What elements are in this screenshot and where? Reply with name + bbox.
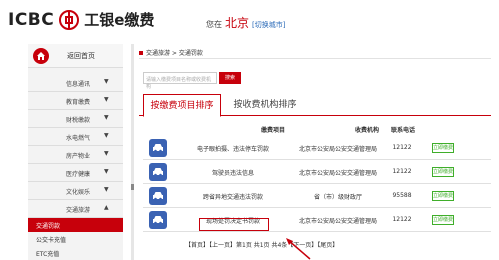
sidebar-item-label: 教育缴费 <box>66 99 91 106</box>
sidebar-item-label: 交通旅游 <box>66 207 91 214</box>
payment-item: 驾驶员违法信息 <box>211 170 254 177</box>
bullet-icon <box>139 50 143 55</box>
contact-phone: 12122 <box>392 216 412 223</box>
car-icon <box>149 139 167 157</box>
contact-phone: 95588 <box>392 192 412 199</box>
splitter-handle-icon[interactable] <box>131 184 134 190</box>
sort-tabs: 按缴费项目排序 按收费机构排序 <box>139 94 491 117</box>
home-button[interactable]: 返回首页 <box>28 44 123 68</box>
divider <box>139 58 491 59</box>
table-header: 缴费项目 收费机构 联系电话 <box>143 123 491 135</box>
icbc-emblem-icon <box>59 9 80 30</box>
header: ICBC 工银e缴费 您在 北京 [切换城市] <box>0 0 499 40</box>
city-indicator: 您在 北京 [切换城市] <box>206 14 285 31</box>
chevron-down-icon: ▼ <box>104 132 109 139</box>
car-icon <box>149 211 167 229</box>
pay-now-button[interactable]: 立即缴费 <box>432 191 454 201</box>
table-row: 现场处罚决定书罚款 北京市公安局公安交通管理局 12122 立即缴费 <box>143 208 491 232</box>
chevron-down-icon: ▼ <box>104 96 109 103</box>
table-row: 驾驶员违法信息 北京市公安局公安交通管理局 12122 立即缴费 <box>143 160 491 184</box>
chevron-up-icon: ▲ <box>104 204 109 211</box>
sidebar-item-label: 信息通讯 <box>66 81 91 88</box>
home-label: 返回首页 <box>67 52 95 60</box>
chevron-down-icon: ▼ <box>104 150 109 157</box>
switch-city-link[interactable]: [切换城市] <box>252 20 285 30</box>
sidebar-subitem-label: 交通罚款 <box>36 223 61 230</box>
sidebar-item-label: 房产物业 <box>66 153 91 160</box>
sidebar-item-label: 水电燃气 <box>66 135 91 142</box>
table-row: 电子眼拍摄、违法停车罚款 北京市公安局公安交通管理局 12122 立即缴费 <box>143 136 491 160</box>
payee-org: 北京市公安局公安交通管理局 <box>298 170 377 177</box>
search-button[interactable]: 搜索 <box>219 72 241 84</box>
chevron-down-icon: ▼ <box>104 114 109 121</box>
logo-text-en: ICBC <box>8 9 55 30</box>
city-name: 北京 <box>225 16 250 30</box>
icbc-logo[interactable]: ICBC 工银e缴费 <box>8 9 154 30</box>
sidebar-splitter[interactable] <box>131 44 134 260</box>
payment-item: 电子眼拍摄、违法停车罚款 <box>196 146 269 153</box>
sidebar-item-label: 文化娱乐 <box>66 189 91 196</box>
sidebar-subitem-etc[interactable]: ETC充值 <box>28 246 123 260</box>
breadcrumb-text: 交通旅游 > 交通罚款 <box>146 50 203 57</box>
sidebar-item-tax[interactable]: 财税缴款 ▼ <box>28 110 123 128</box>
sidebar-item-culture[interactable]: 文化娱乐 ▼ <box>28 182 123 200</box>
chevron-down-icon: ▼ <box>104 168 109 175</box>
logo-text-cn: 工银e缴费 <box>84 11 155 29</box>
sidebar-item-label: 医疗健康 <box>66 171 91 178</box>
sidebar-subitem-label: ETC充值 <box>36 251 60 258</box>
contact-phone: 12122 <box>392 144 412 151</box>
contact-phone: 12122 <box>392 168 412 175</box>
sidebar-item-telecom[interactable]: 信息通讯 ▼ <box>28 74 123 92</box>
sidebar-item-label: 财税缴款 <box>66 117 91 124</box>
column-header-org: 收费机构 <box>355 127 380 134</box>
payment-item: 跨省异地交通违法罚款 <box>202 194 263 201</box>
table-row: 跨省异地交通违法罚款 省（市）级财政厅 95588 立即缴费 <box>143 184 491 208</box>
column-header-phone: 联系电话 <box>391 127 416 134</box>
sidebar-subitem-transit-card[interactable]: 公交卡充值 <box>28 232 123 246</box>
payee-org: 北京市公安局公安交通管理局 <box>298 146 377 153</box>
annotation-arrow-icon <box>286 238 311 260</box>
tab-sort-by-item[interactable]: 按缴费项目排序 <box>143 94 221 117</box>
city-prefix: 您在 <box>206 20 222 29</box>
category-menu: 信息通讯 ▼ 教育缴费 ▼ 财税缴款 ▼ 水电燃气 ▼ 房产物业 ▼ 医疗健康 … <box>28 74 123 260</box>
tab-sort-by-org[interactable]: 按收费机构排序 <box>225 94 305 116</box>
car-icon <box>149 163 167 181</box>
pagination[interactable]: 【首页】【上一页】第1页 共1页 共4条【下一页】【尾页】 <box>185 240 338 249</box>
sidebar-subitem-traffic-fines[interactable]: 交通罚款 <box>28 218 123 232</box>
sidebar-item-medical[interactable]: 医疗健康 ▼ <box>28 164 123 182</box>
home-icon <box>33 48 49 64</box>
column-header-item: 缴费项目 <box>261 127 286 134</box>
sidebar-item-transport[interactable]: 交通旅游 ▲ <box>28 200 123 218</box>
pay-now-button[interactable]: 立即缴费 <box>432 215 454 225</box>
sidebar-subitem-label: 公交卡充值 <box>36 237 67 244</box>
payee-org: 省（市）级财政厅 <box>313 194 362 201</box>
sidebar: 返回首页 信息通讯 ▼ 教育缴费 ▼ 财税缴款 ▼ 水电燃气 ▼ 房产物业 ▼ … <box>28 44 123 260</box>
pay-now-button[interactable]: 立即缴费 <box>432 143 454 153</box>
sidebar-item-education[interactable]: 教育缴费 ▼ <box>28 92 123 110</box>
breadcrumb: 交通旅游 > 交通罚款 <box>139 48 203 57</box>
pay-now-button[interactable]: 立即缴费 <box>432 167 454 177</box>
sidebar-item-utilities[interactable]: 水电燃气 ▼ <box>28 128 123 146</box>
highlight-box <box>199 218 269 231</box>
car-icon <box>149 187 167 205</box>
chevron-down-icon: ▼ <box>104 186 109 193</box>
sidebar-item-property[interactable]: 房产物业 ▼ <box>28 146 123 164</box>
payee-org: 北京市公安局公安交通管理局 <box>298 218 377 225</box>
chevron-down-icon: ▼ <box>104 78 109 85</box>
search-input[interactable]: 请输入缴费项目名称或收费机构 <box>143 72 217 90</box>
